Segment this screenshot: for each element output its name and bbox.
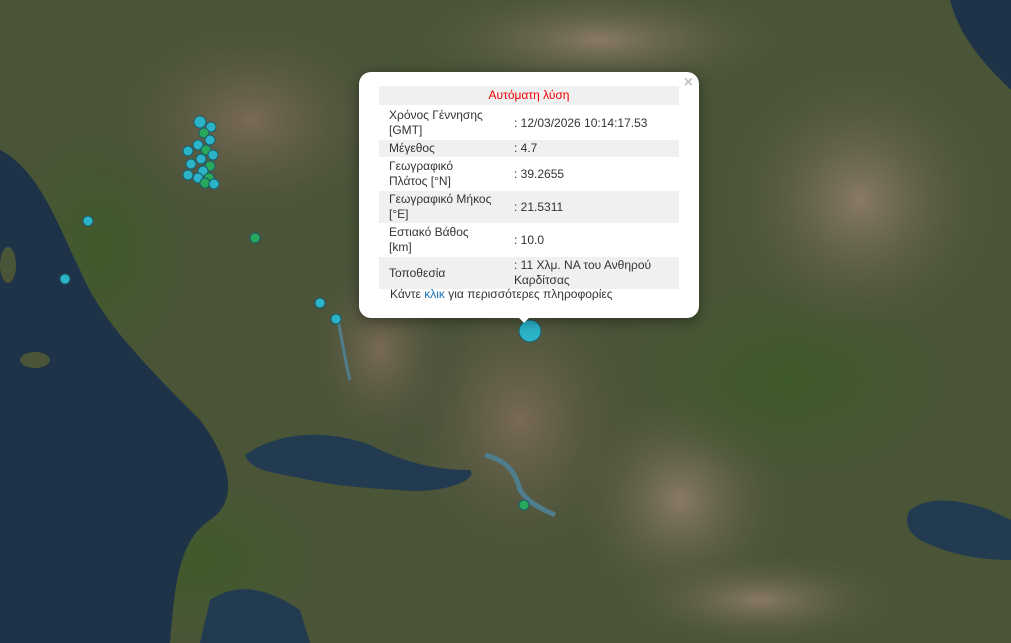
quake-marker[interactable] xyxy=(314,297,326,309)
more-info-text: Κάντε κλικ για περισσότερες πληροφορίες xyxy=(390,287,613,301)
popup-title: Αυτόματη λύση xyxy=(379,86,679,105)
row-value: : 11 Χλμ. ΝΑ του Ανθηρού Καρδίτσας xyxy=(504,257,679,289)
quake-marker[interactable] xyxy=(182,169,194,181)
table-row: Μέγεθος : 4.7 xyxy=(379,140,679,157)
quake-marker[interactable] xyxy=(182,145,194,157)
table-row: Γεωγραφικό Πλάτος [°N] : 39.2655 xyxy=(379,158,679,190)
quake-marker[interactable] xyxy=(59,273,71,285)
more-info-link[interactable]: κλικ xyxy=(424,287,445,301)
more-info-prefix: Κάντε xyxy=(390,287,421,301)
row-value: : 12/03/2026 10:14:17.53 xyxy=(504,107,679,139)
quake-marker[interactable] xyxy=(249,232,261,244)
quake-marker[interactable] xyxy=(193,115,207,129)
row-value: : 10.0 xyxy=(504,224,679,256)
table-row: Τοποθεσία : 11 Χλμ. ΝΑ του Ανθηρού Καρδί… xyxy=(379,257,679,289)
quake-marker[interactable] xyxy=(199,177,211,189)
row-label: Τοποθεσία xyxy=(379,257,504,289)
row-label: Μέγεθος xyxy=(379,140,504,157)
earthquake-info-popup: × Αυτόματη λύση Χρόνος Γέννησης [GMT] : … xyxy=(359,72,699,318)
row-label: Χρόνος Γέννησης [GMT] xyxy=(379,107,504,139)
quake-marker[interactable] xyxy=(204,134,216,146)
row-label: Γεωγραφικό Πλάτος [°N] xyxy=(379,158,504,190)
row-value: : 39.2655 xyxy=(504,158,679,190)
quake-marker[interactable] xyxy=(208,178,220,190)
quake-marker[interactable] xyxy=(195,153,207,165)
table-row: Γεωγραφικό Μήκος [°E] : 21.5311 xyxy=(379,191,679,223)
row-value: : 4.7 xyxy=(504,140,679,157)
more-info-suffix: για περισσότερες πληροφορίες xyxy=(448,287,613,301)
island xyxy=(20,352,50,368)
quake-marker[interactable] xyxy=(185,158,197,170)
quake-marker[interactable] xyxy=(82,215,94,227)
row-label: Εστιακό Βάθος [km] xyxy=(379,224,504,256)
quake-marker[interactable] xyxy=(518,499,530,511)
close-icon[interactable]: × xyxy=(684,75,693,91)
row-value: : 21.5311 xyxy=(504,191,679,223)
quake-marker[interactable] xyxy=(330,313,342,325)
popup-tip xyxy=(515,314,535,324)
table-row: Χρόνος Γέννησης [GMT] : 12/03/2026 10:14… xyxy=(379,107,679,139)
table-row: Εστιακό Βάθος [km] : 10.0 xyxy=(379,224,679,256)
island xyxy=(0,247,16,283)
earthquake-details-table: Χρόνος Γέννησης [GMT] : 12/03/2026 10:14… xyxy=(379,106,679,290)
quake-marker[interactable] xyxy=(207,149,219,161)
row-label: Γεωγραφικό Μήκος [°E] xyxy=(379,191,504,223)
